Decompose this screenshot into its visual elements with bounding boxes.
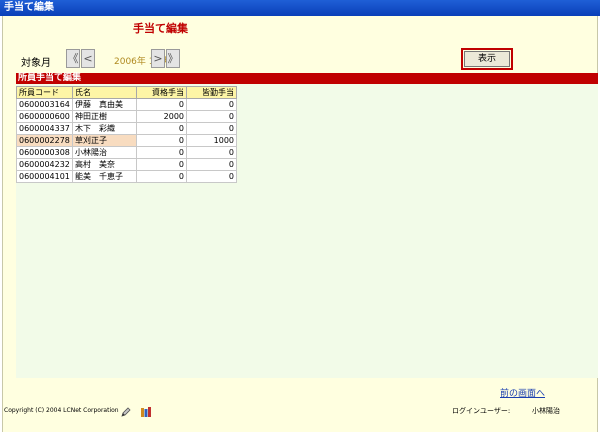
attendance-allowance-input[interactable]: 0 — [186, 122, 237, 135]
qualification-allowance-input[interactable]: 0 — [136, 146, 187, 159]
table-row-selected[interactable]: 0600002278 草刈正子 0 1000 — [16, 134, 237, 147]
window-title: 手当て編集 — [4, 2, 54, 13]
display-button-frame: 表示 — [461, 48, 513, 70]
display-button[interactable]: 表示 — [464, 51, 510, 67]
table-row[interactable]: 0600004337 木下 彩織 0 0 — [16, 122, 237, 135]
employee-name: 高村 美奈 — [72, 158, 137, 171]
employee-code: 0600004101 — [16, 170, 73, 183]
window-titlebar: 手当て編集 — [0, 0, 600, 16]
table-header-row: 所員コード 氏名 資格手当 皆勤手当 — [16, 86, 237, 99]
previous-month-button[interactable]: < — [81, 49, 95, 68]
copyright-text: Copyright (C) 2004 LCNet Corporation — [4, 407, 119, 414]
column-header-qualification: 資格手当 — [136, 86, 187, 99]
employee-name: 小林陽治 — [72, 146, 137, 159]
employee-code: 0600003164 — [16, 98, 73, 111]
employee-name: 草刈正子 — [72, 134, 137, 147]
qualification-allowance-input[interactable]: 2000 — [136, 110, 187, 123]
employee-name: 伊藤 真由美 — [72, 98, 137, 111]
page-title: 手当て編集 — [133, 22, 188, 35]
next-month-button[interactable]: > — [151, 49, 165, 68]
month-label: 対象月 — [21, 58, 51, 69]
table-row[interactable]: 0600004101 能美 千恵子 0 0 — [16, 170, 237, 183]
employee-code: 0600004232 — [16, 158, 73, 171]
back-link[interactable]: 前の画面へ — [500, 386, 545, 399]
login-user-name: 小林陽治 — [532, 407, 560, 415]
attendance-allowance-input[interactable]: 0 — [186, 110, 237, 123]
books-icon[interactable] — [140, 403, 152, 417]
attendance-allowance-input[interactable]: 0 — [186, 98, 237, 111]
login-user-label: ログインユーザー: — [452, 407, 511, 415]
column-header-attendance: 皆勤手当 — [186, 86, 237, 99]
attendance-allowance-input[interactable]: 0 — [186, 146, 237, 159]
qualification-allowance-input[interactable]: 0 — [136, 98, 187, 111]
qualification-allowance-input[interactable]: 0 — [136, 122, 187, 135]
attendance-allowance-input[interactable]: 0 — [186, 170, 237, 183]
section-header: 所員手当て編集 — [16, 73, 598, 84]
table-row[interactable]: 0600003164 伊藤 真由美 0 0 — [16, 98, 237, 111]
attendance-allowance-input[interactable]: 1000 — [186, 134, 237, 147]
employee-name: 神田正樹 — [72, 110, 137, 123]
table-row[interactable]: 0600000600 神田正樹 2000 0 — [16, 110, 237, 123]
employee-code: 0600004337 — [16, 122, 73, 135]
employee-code: 0600000600 — [16, 110, 73, 123]
pencil-icon[interactable] — [120, 403, 132, 417]
attendance-allowance-input[interactable]: 0 — [186, 158, 237, 171]
table-row[interactable]: 0600004232 高村 美奈 0 0 — [16, 158, 237, 171]
first-month-button[interactable]: 《 — [66, 49, 80, 68]
qualification-allowance-input[interactable]: 0 — [136, 134, 187, 147]
qualification-allowance-input[interactable]: 0 — [136, 170, 187, 183]
qualification-allowance-input[interactable]: 0 — [136, 158, 187, 171]
content-area: 所員コード 氏名 資格手当 皆勤手当 0600003164 伊藤 真由美 0 0… — [16, 84, 598, 378]
column-header-code: 所員コード — [16, 86, 73, 99]
column-header-name: 氏名 — [72, 86, 137, 99]
employee-name: 能美 千恵子 — [72, 170, 137, 183]
table-row[interactable]: 0600000308 小林陽治 0 0 — [16, 146, 237, 159]
allowance-table: 所員コード 氏名 資格手当 皆勤手当 0600003164 伊藤 真由美 0 0… — [16, 86, 237, 183]
employee-name: 木下 彩織 — [72, 122, 137, 135]
employee-code: 0600002278 — [16, 134, 73, 147]
employee-code: 0600000308 — [16, 146, 73, 159]
last-month-button[interactable]: 》 — [166, 49, 180, 68]
